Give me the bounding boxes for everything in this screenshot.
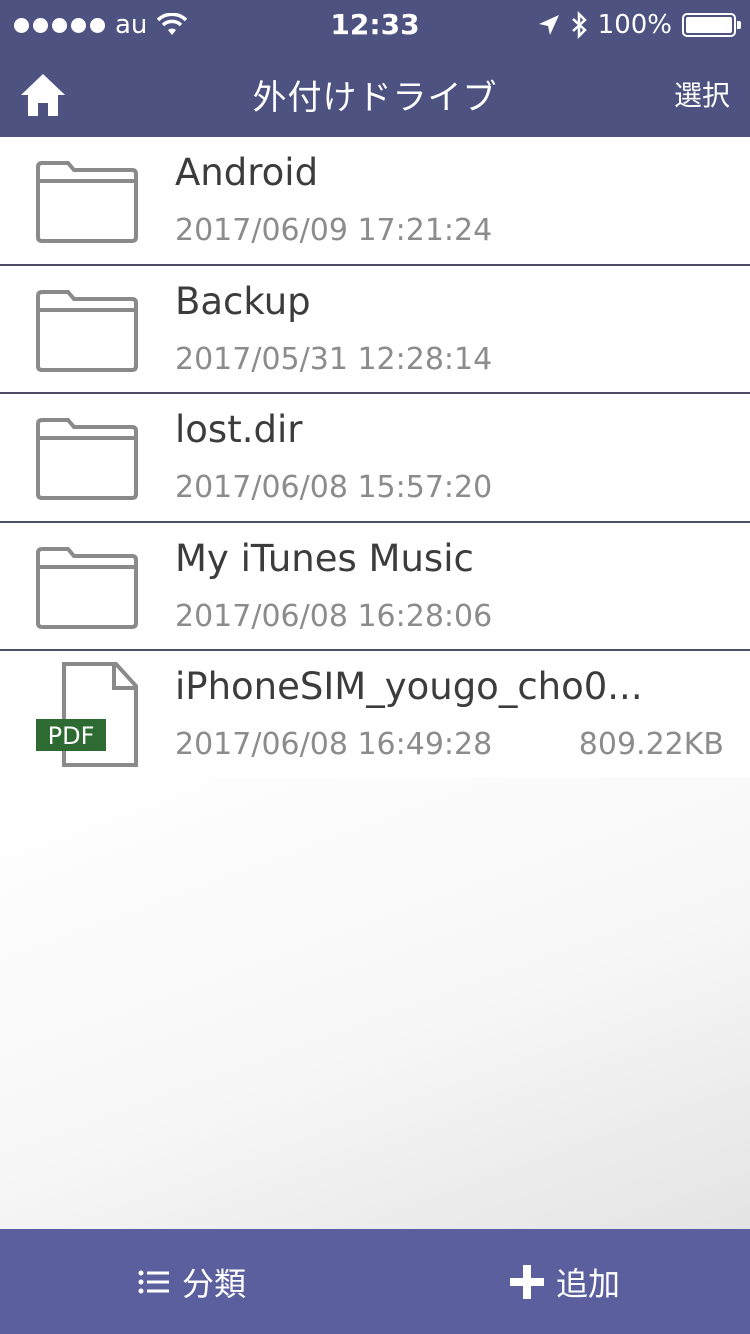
- pdf-file-icon: PDF: [36, 662, 138, 767]
- battery-icon: [682, 13, 741, 37]
- add-button[interactable]: 追加: [510, 1229, 620, 1334]
- select-button[interactable]: 選択: [674, 74, 730, 114]
- plus-icon: [510, 1264, 544, 1299]
- file-date: 2017/06/08 16:28:06: [175, 598, 493, 634]
- bluetooth-icon: [571, 11, 587, 39]
- file-name: iPhoneSIM_yougo_cho0...: [175, 665, 643, 708]
- file-row-lost-dir[interactable]: lost.dir 2017/06/08 15:57:20: [0, 394, 750, 523]
- file-row-my-itunes-music[interactable]: My iTunes Music 2017/06/08 16:28:06: [0, 522, 750, 651]
- file-list: Android 2017/06/09 17:21:24 Backup 2017/…: [0, 137, 750, 780]
- file-name: My iTunes Music: [175, 536, 474, 580]
- file-name: Backup: [175, 279, 311, 323]
- file-date: 2017/05/31 12:28:14: [175, 341, 493, 377]
- empty-area: [0, 778, 750, 1229]
- folder-icon: [36, 289, 138, 372]
- file-size: 809.22KB: [578, 727, 724, 762]
- status-right: 100%: [538, 10, 741, 40]
- battery-percent: 100%: [597, 10, 672, 40]
- file-date: 2017/06/09 17:21:24: [175, 213, 493, 248]
- folder-icon: [36, 418, 138, 500]
- pdf-badge-label: PDF: [48, 722, 95, 750]
- file-row-android[interactable]: Android 2017/06/09 17:21:24: [0, 137, 750, 266]
- add-label: 追加: [556, 1264, 621, 1303]
- folder-icon: [36, 161, 138, 243]
- status-bar: au 12:33 100%: [0, 0, 750, 52]
- file-date: 2017/06/08 15:57:20: [175, 470, 493, 505]
- navigation-bar: 外付けドライブ 選択: [0, 52, 750, 137]
- file-row-pdf[interactable]: PDF iPhoneSIM_yougo_cho0... 2017/06/08 1…: [0, 651, 750, 780]
- file-date: 2017/06/08 16:49:28: [175, 727, 493, 762]
- file-name: Android: [175, 151, 319, 194]
- page-title: 外付けドライブ: [252, 78, 498, 118]
- file-row-backup[interactable]: Backup 2017/05/31 12:28:14: [0, 265, 750, 394]
- file-name: lost.dir: [175, 408, 303, 451]
- folder-icon: [36, 546, 138, 629]
- bottom-toolbar: 分類 追加: [0, 1229, 750, 1334]
- location-arrow-icon: [538, 15, 559, 35]
- classify-label: 分類: [182, 1264, 247, 1303]
- top-bar: au 12:33 100% 外付けドライブ 選択: [0, 0, 750, 137]
- classify-button[interactable]: 分類: [138, 1229, 246, 1334]
- list-icon: [138, 1270, 169, 1293]
